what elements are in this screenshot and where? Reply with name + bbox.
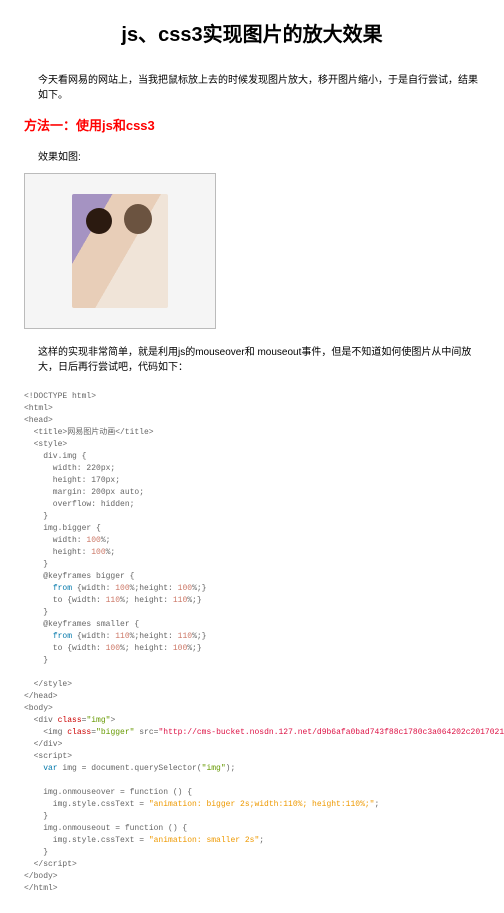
description-text: 这样的实现非常简单，就是利用js的mouseover和 mouseout事件，但…	[38, 343, 480, 373]
code-block: <!DOCTYPE html> <html> <head> <title>网易图…	[24, 391, 480, 895]
page-title: js、css3实现图片的放大效果	[24, 18, 480, 47]
intro-text: 今天看网易的网站上，当我把鼠标放上去的时候发现图片放大，移开图片缩小，于是自行尝…	[38, 71, 480, 101]
method-heading: 方法一：使用js和css3	[24, 115, 480, 134]
demo-image-container	[24, 173, 216, 329]
effect-label: 效果如图:	[38, 148, 480, 163]
demo-photo	[72, 194, 168, 308]
